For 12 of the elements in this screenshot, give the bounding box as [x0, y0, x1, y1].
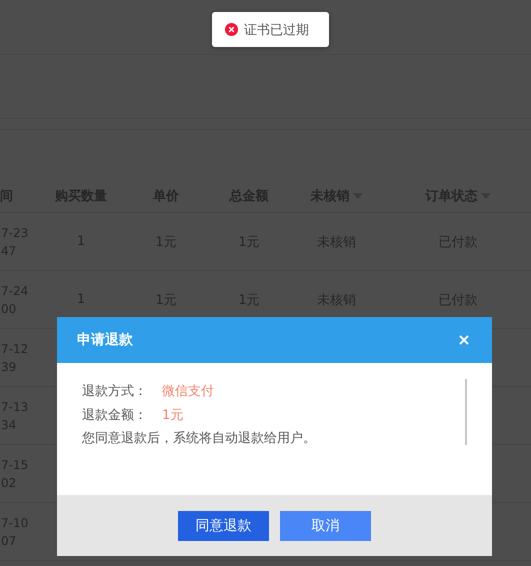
- field-label: 退款方式：: [82, 383, 148, 400]
- field-value: 1元: [162, 407, 184, 424]
- scrollbar[interactable]: [465, 379, 467, 445]
- confirm-button[interactable]: 同意退款: [178, 510, 269, 540]
- dialog-title: 申请退款: [77, 331, 133, 349]
- error-icon: [225, 23, 238, 36]
- field-label: 退款金额：: [82, 407, 148, 424]
- field-value: 微信支付: [162, 383, 214, 400]
- dialog-message: 您同意退款后，系统将自动退款给用户。: [82, 430, 317, 448]
- toast-message: 证书已过期: [244, 22, 309, 38]
- cancel-button[interactable]: 取消: [280, 510, 371, 540]
- close-icon[interactable]: [459, 335, 469, 345]
